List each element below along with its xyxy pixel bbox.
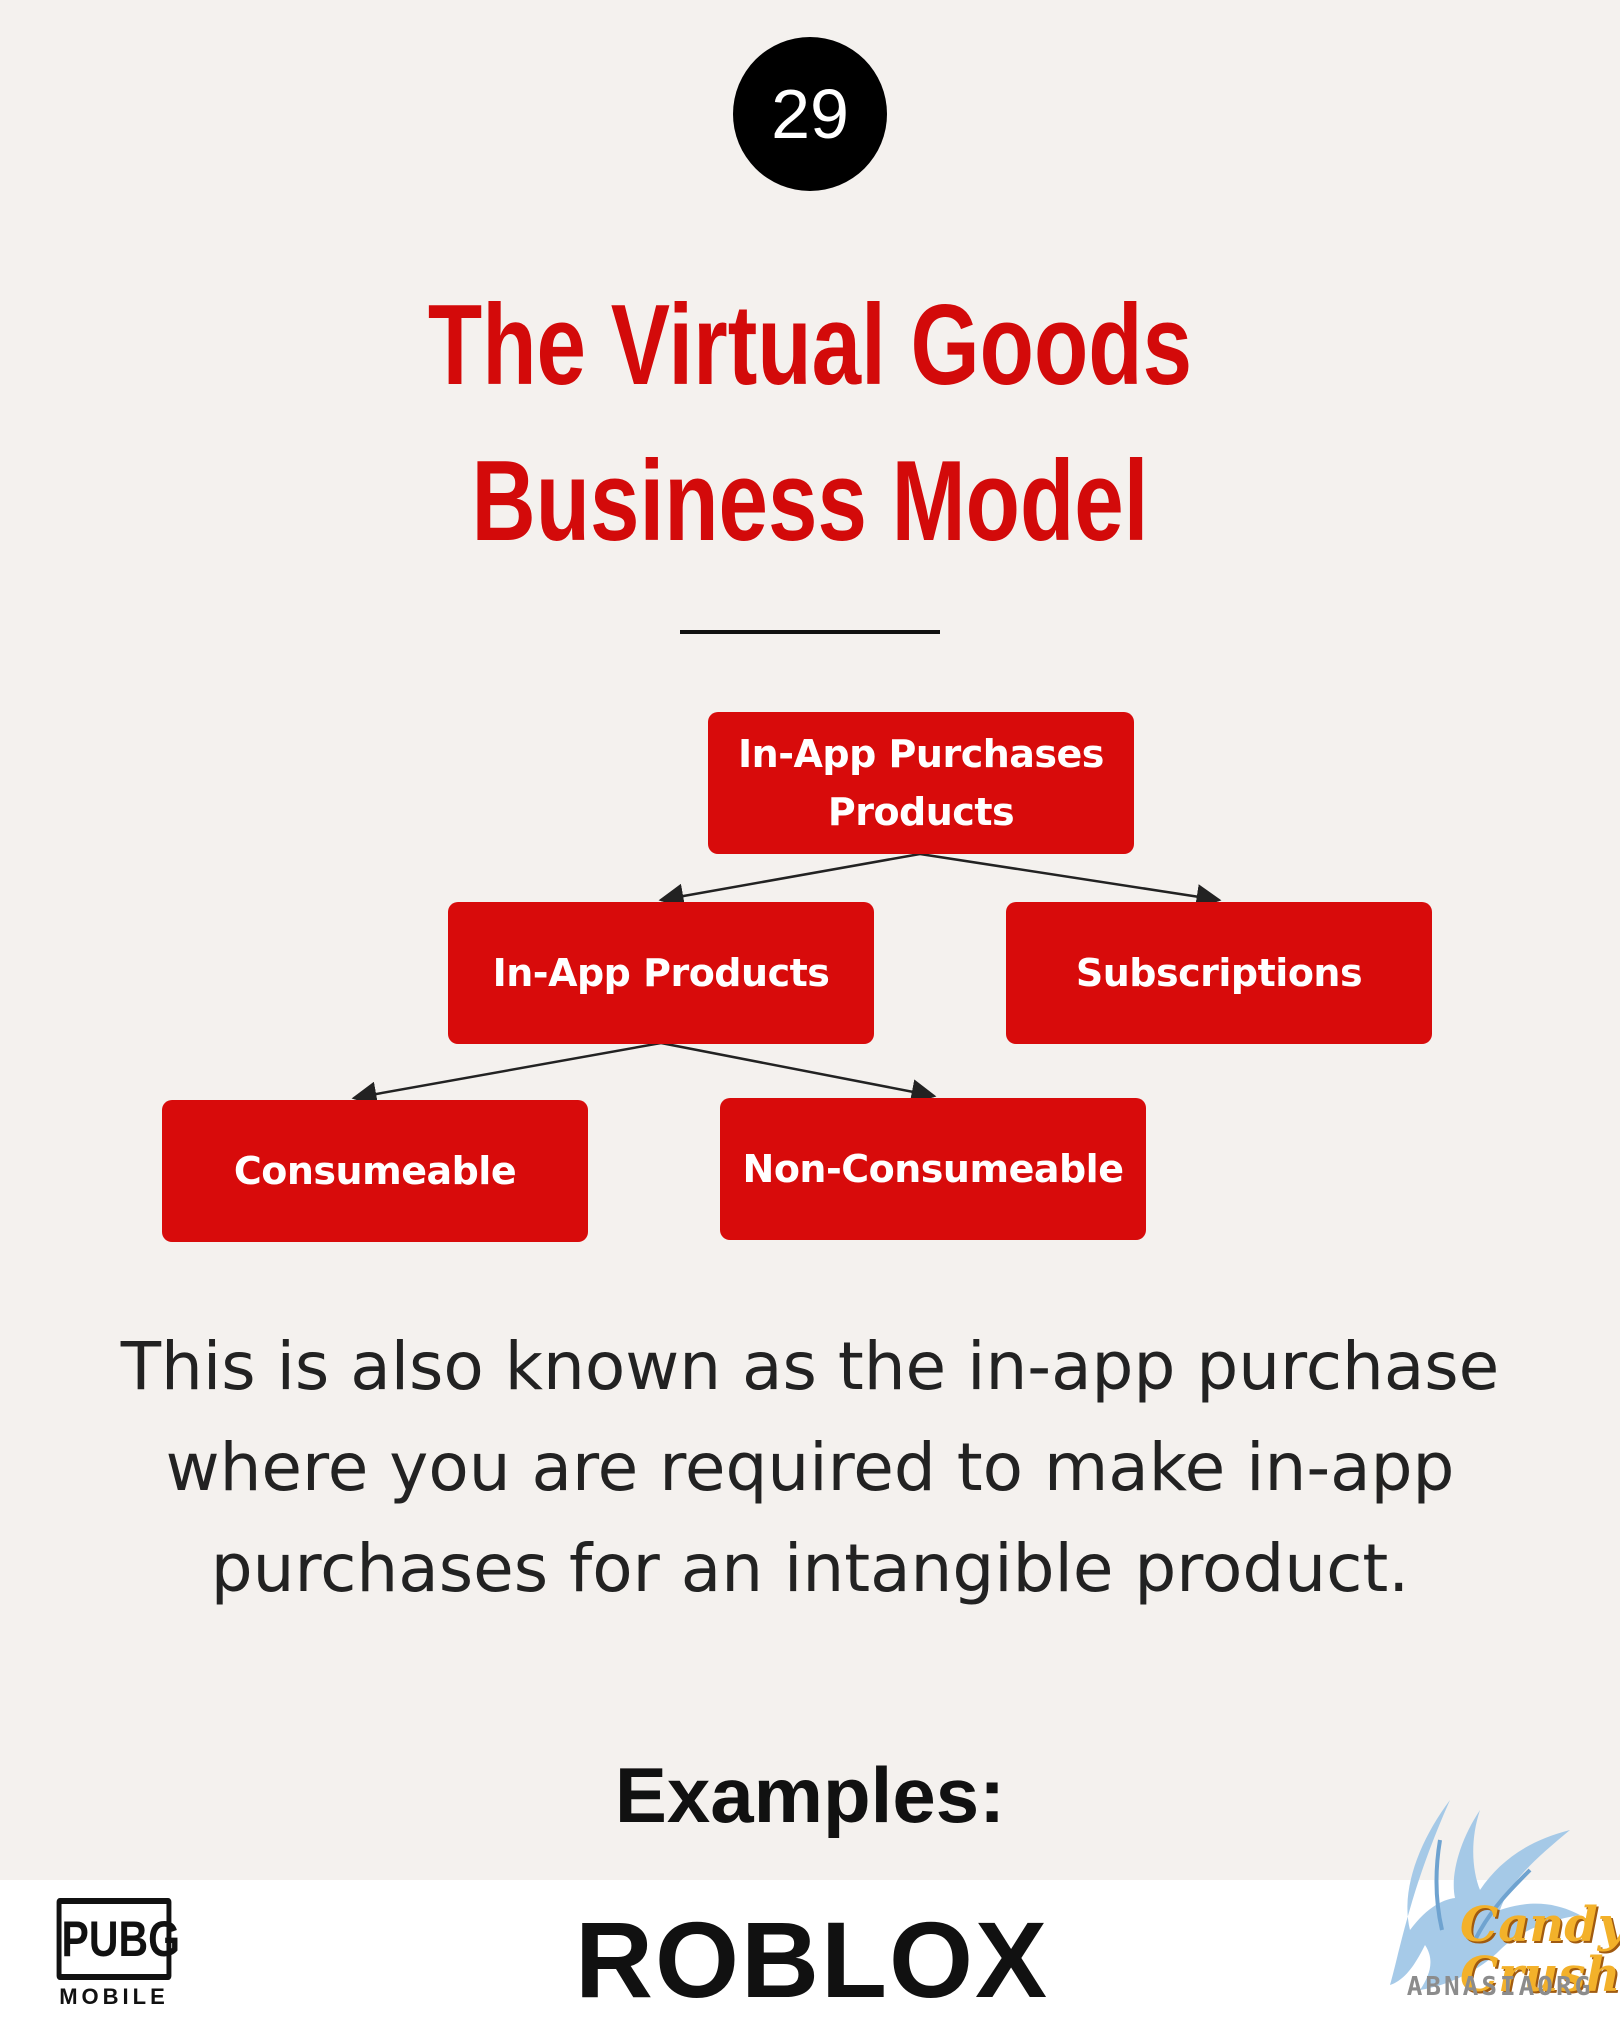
node-consumeable: Consumeable: [162, 1100, 588, 1242]
watermark: ABNASIAORG: [1406, 1972, 1594, 2002]
examples-heading: Examples:: [614, 1751, 1006, 1839]
roblox-logo: ROBLOX: [575, 1899, 1050, 2020]
description-text: This is also known as the in-app purchas…: [120, 1328, 1500, 1607]
pubg-logo-sub: MOBILE: [59, 1984, 169, 2009]
connector-products-to-non-consumeable: [660, 1041, 937, 1104]
connector-products-to-consumeable: [351, 1041, 662, 1107]
node-in-app-products: In-App Products: [448, 902, 874, 1044]
node-non-consumeable: Non-Consumeable: [720, 1098, 1146, 1240]
connector-root-to-in-app-products: [658, 852, 921, 909]
node-in-app-purchases-products: In-App Purchases Products: [708, 712, 1134, 854]
pubg-logo-word: PUBG: [56, 1898, 180, 1980]
node-subscriptions: Subscriptions: [1006, 902, 1432, 1044]
pubg-mobile-logo: PUBG MOBILE: [44, 1898, 184, 2010]
connector-root-to-subscriptions: [919, 852, 1222, 909]
